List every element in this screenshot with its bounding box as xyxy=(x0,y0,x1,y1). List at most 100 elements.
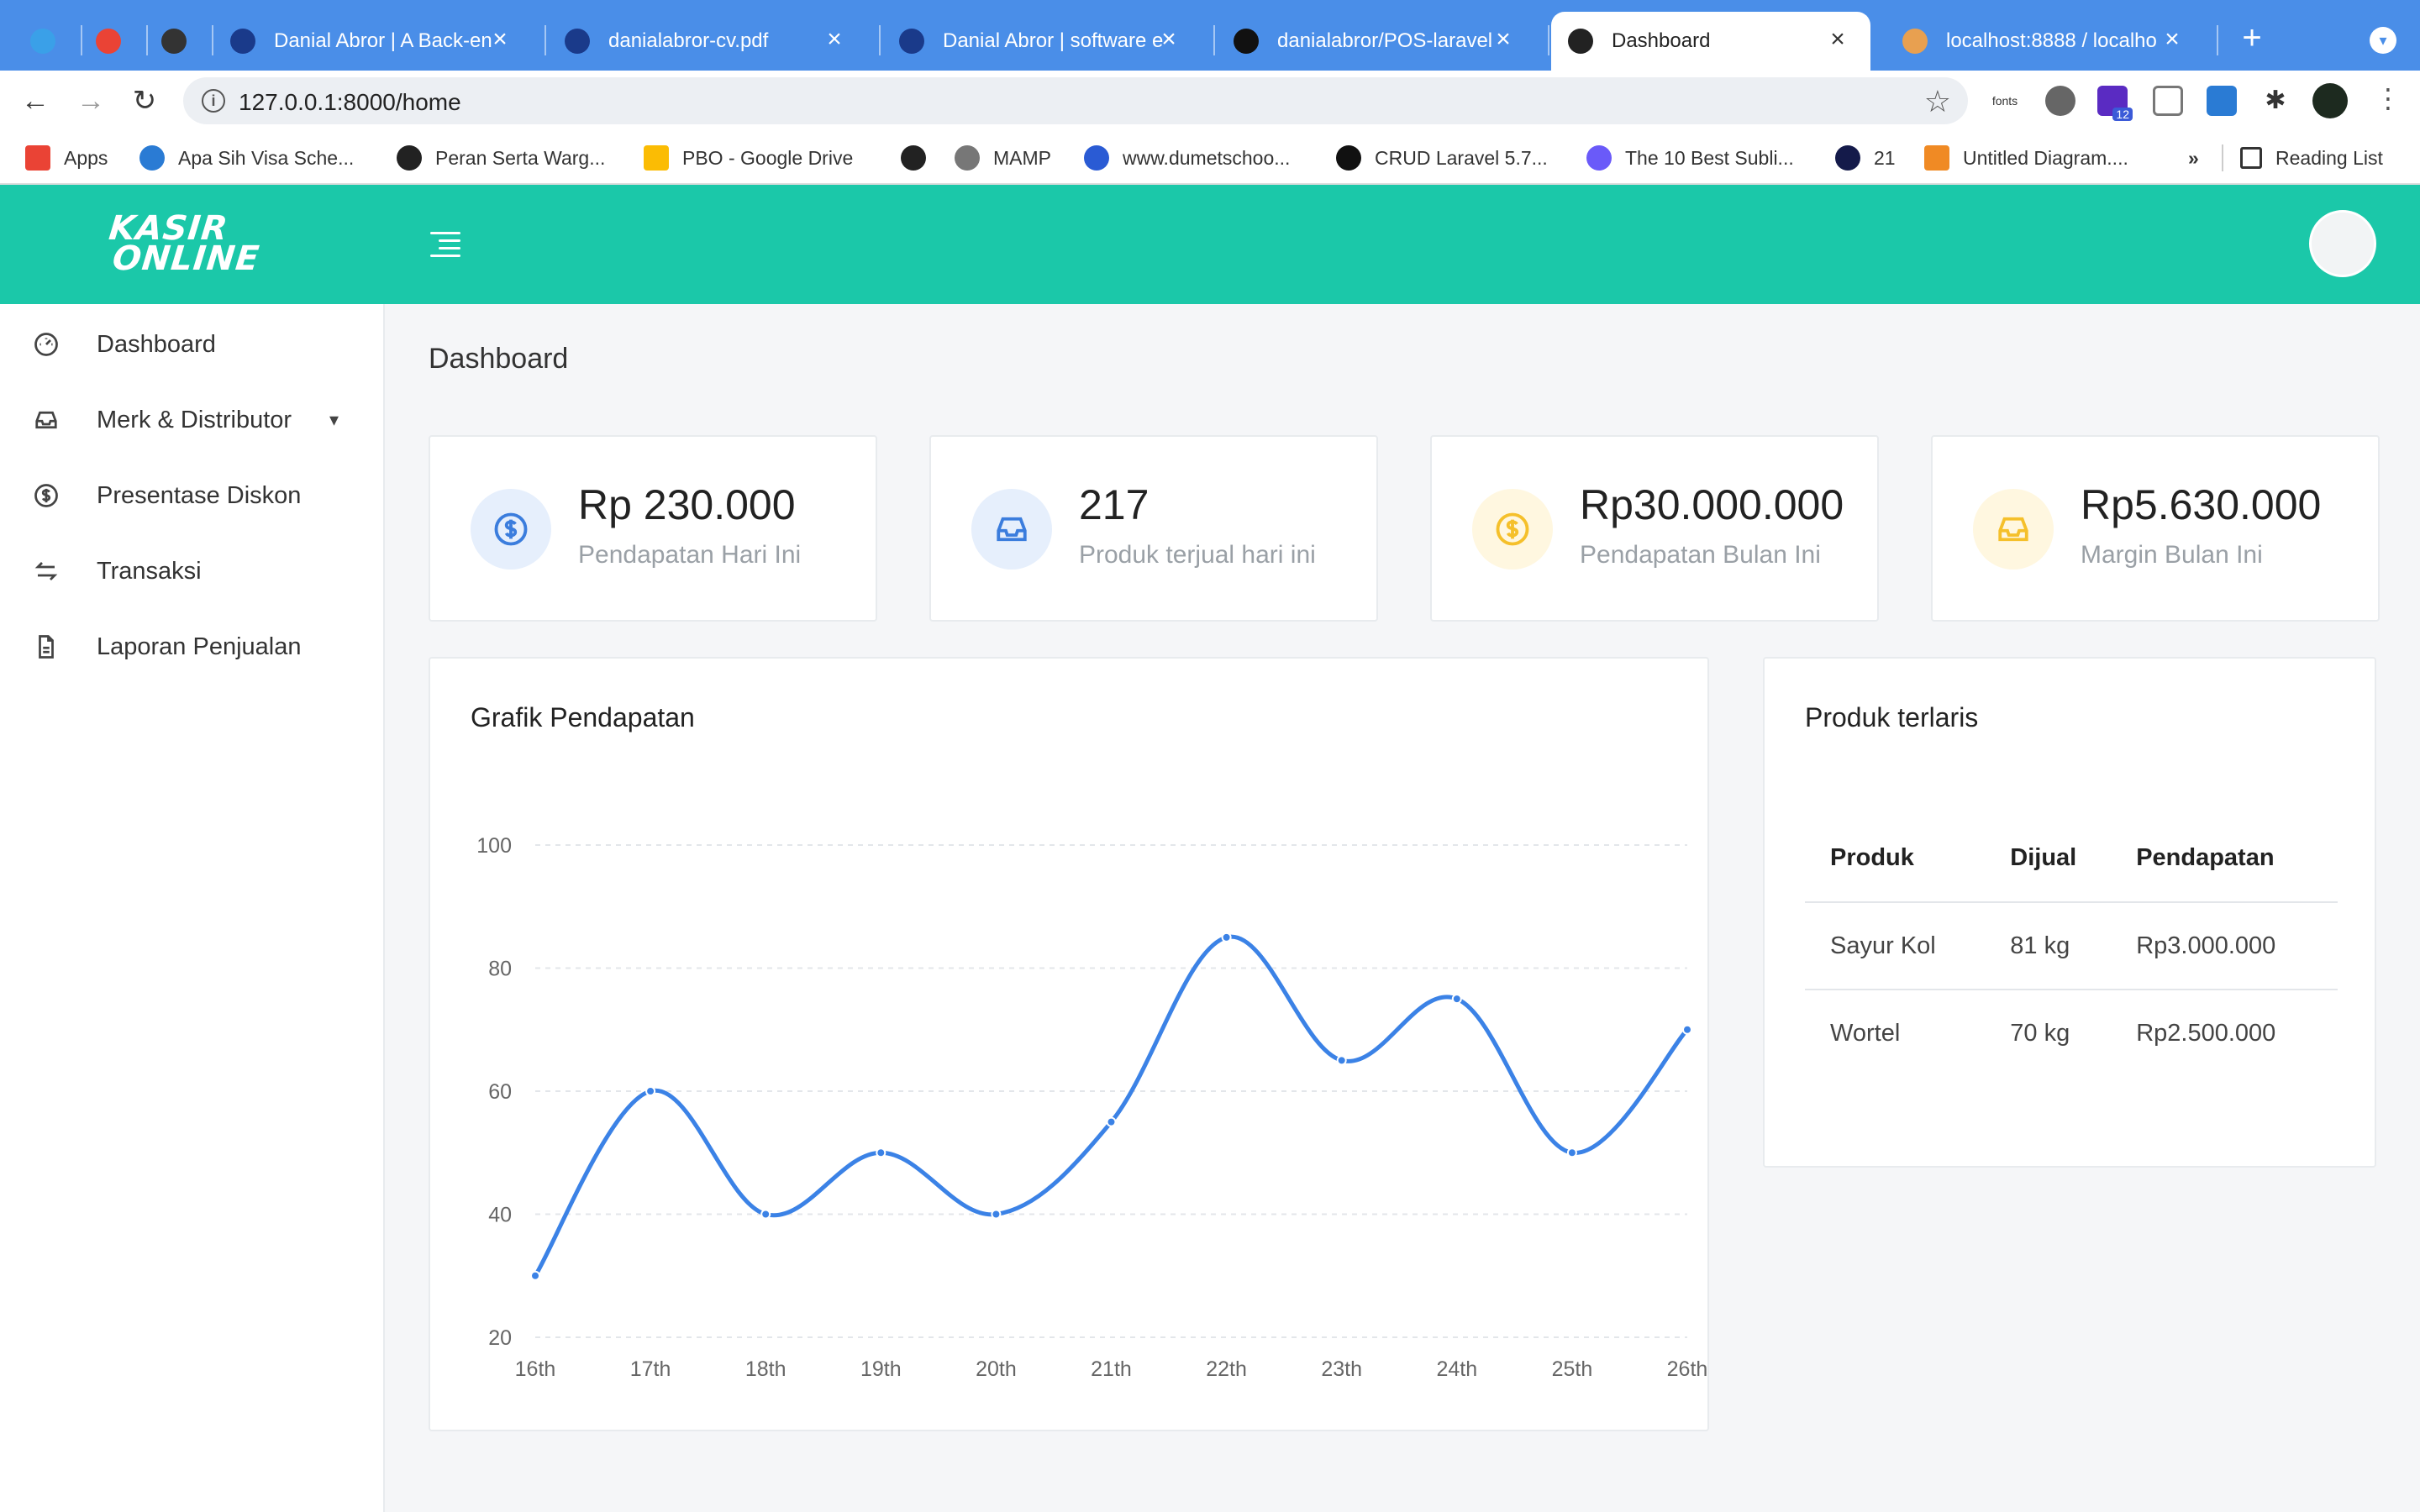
column-header: Produk xyxy=(1805,815,1986,903)
extension-icon[interactable] xyxy=(2207,86,2237,116)
tab-close-icon[interactable]: × xyxy=(1491,27,1516,52)
tab-separator xyxy=(544,25,546,55)
sidebar-item-label: Dashboard xyxy=(97,330,216,358)
data-point[interactable] xyxy=(645,1086,656,1096)
sidebar-item[interactable]: Transaksi xyxy=(0,538,385,605)
data-point[interactable] xyxy=(760,1209,771,1220)
data-point[interactable] xyxy=(991,1209,1002,1220)
bookmark-label: Untitled Diagram.... xyxy=(1963,146,2128,169)
browser-tab[interactable] xyxy=(17,12,82,71)
bookmark-item[interactable]: The 10 Best Subli... xyxy=(1586,144,1794,171)
reload-button[interactable]: ↻ xyxy=(126,82,163,119)
data-point[interactable] xyxy=(1336,1055,1347,1066)
tab-close-icon[interactable]: × xyxy=(822,27,847,52)
bookmark-item[interactable] xyxy=(901,144,939,171)
more-bookmarks-button[interactable]: » xyxy=(2188,144,2199,171)
data-point[interactable] xyxy=(876,1147,886,1158)
new-tab-button[interactable]: + xyxy=(2237,21,2267,55)
puzzle-icon[interactable]: ✱ xyxy=(2260,86,2291,116)
sidebar-item[interactable]: Presentase Diskon xyxy=(0,462,385,529)
bookmark-item[interactable]: 21 xyxy=(1835,144,1896,171)
bookmark-item[interactable]: CRUD Laravel 5.7... xyxy=(1336,144,1548,171)
data-point[interactable] xyxy=(1221,932,1232,942)
extension-icon[interactable]: 12 xyxy=(2097,86,2133,121)
sidebar-item[interactable]: Dashboard xyxy=(0,311,385,378)
tab-title: danialabror/POS-laravel xyxy=(1277,29,1493,52)
browser-menu-icon[interactable]: ⋮ xyxy=(2375,82,2402,114)
stat-value: 217 xyxy=(1079,481,1150,528)
bookmark-item[interactable]: PBO - Google Drive xyxy=(644,144,853,171)
url-text: 127.0.0.1:8000/home xyxy=(239,89,461,115)
bookmark-icon xyxy=(901,145,926,171)
tab-close-icon[interactable]: × xyxy=(2160,27,2185,52)
bookmark-item[interactable]: Apps xyxy=(25,144,108,171)
sidebar-item[interactable]: Laporan Penjualan xyxy=(0,613,385,680)
tab-search-icon[interactable]: ▾ xyxy=(2370,27,2396,54)
data-point[interactable] xyxy=(1566,1147,1577,1158)
swap-arrows-icon xyxy=(34,559,59,584)
fonts-extension-icon[interactable]: fonts xyxy=(1990,86,2020,116)
bookmark-item[interactable]: Untitled Diagram.... xyxy=(1924,144,2128,171)
table-cell: Rp2.500.000 xyxy=(2136,1020,2276,1047)
star-app-icon xyxy=(161,29,187,54)
browser-tab[interactable]: localhost:8888 / localho × xyxy=(1886,12,2218,71)
data-point[interactable] xyxy=(1106,1116,1117,1127)
profile-avatar[interactable] xyxy=(2312,83,2348,118)
site-info-icon[interactable]: i xyxy=(202,89,225,113)
browser-tab[interactable]: danialabror/POS-laravel × xyxy=(1217,12,1549,71)
browser-tab[interactable] xyxy=(82,12,148,71)
tab-close-icon[interactable]: × xyxy=(487,27,513,52)
menu-toggle-icon[interactable] xyxy=(430,232,460,257)
extension-icon[interactable] xyxy=(2045,86,2075,116)
bookmark-label: PBO - Google Drive xyxy=(682,146,854,169)
bookmark-item[interactable]: MAMP xyxy=(955,144,1051,171)
browser-tab[interactable] xyxy=(148,12,213,71)
series-line xyxy=(533,934,1689,1278)
top-products-table: Produk Dijual Pendapatan Sayur Kol 81 kg Rp3… xyxy=(1805,815,2338,1077)
logo[interactable]: KASIR ONLINE xyxy=(104,209,264,278)
telegram-icon xyxy=(30,29,55,54)
table-cell: 70 kg xyxy=(2010,1020,2070,1047)
gauge-icon xyxy=(34,332,59,357)
y-tick-label: 60 xyxy=(488,1080,512,1104)
bookmark-item[interactable]: www.dumetschoo... xyxy=(1084,144,1290,171)
top-products-title: Produk terlaris xyxy=(1805,702,1979,732)
file-icon xyxy=(34,634,59,659)
bookmark-label: Apps xyxy=(64,146,108,169)
globe-icon xyxy=(899,29,924,54)
stat-card: 217 Produk terjual hari ini xyxy=(929,435,1378,622)
browser-tab[interactable]: Danial Abror | A Back-en × xyxy=(213,12,546,71)
bookmark-label: www.dumetschoo... xyxy=(1123,146,1291,169)
browser-tab[interactable]: Danial Abror | software e × xyxy=(882,12,1215,71)
data-point[interactable] xyxy=(530,1270,540,1281)
stat-label: Margin Bulan Ini xyxy=(2081,541,2263,569)
browser-toolbar: ← → ↻ i 127.0.0.1:8000/home ☆ fonts 12 ✱… xyxy=(0,71,2420,131)
bookmark-item[interactable]: Peran Serta Warg... xyxy=(397,144,605,171)
x-tick-label: 16th xyxy=(515,1357,556,1381)
browser-tab[interactable]: Dashboard × xyxy=(1551,12,1870,71)
tab-separator xyxy=(1213,25,1215,55)
reading-list-label: Reading List xyxy=(2275,146,2383,169)
bookmark-star-icon[interactable]: ☆ xyxy=(1924,84,1951,119)
x-tick-label: 21th xyxy=(1091,1357,1132,1381)
data-point[interactable] xyxy=(1451,994,1462,1005)
tab-title: danialabror-cv.pdf xyxy=(608,29,769,52)
user-avatar[interactable] xyxy=(2309,210,2376,277)
back-button[interactable]: ← xyxy=(17,82,54,119)
sidebar-item[interactable]: Merk & Distributor ▾ xyxy=(0,386,385,454)
data-point[interactable] xyxy=(1682,1024,1692,1035)
bookmark-icon xyxy=(644,145,669,171)
bookmark-label: MAMP xyxy=(993,146,1051,169)
stat-card: Rp5.630.000 Margin Bulan Ini xyxy=(1931,435,2380,622)
chevron-down-icon[interactable]: ▾ xyxy=(329,409,339,431)
browser-tab[interactable]: danialabror-cv.pdf × xyxy=(548,12,881,71)
reading-list-button[interactable]: Reading List xyxy=(2240,144,2383,171)
forward-button[interactable]: → xyxy=(72,82,109,119)
bookmark-icon xyxy=(955,145,980,171)
stat-label: Pendapatan Hari Ini xyxy=(578,541,802,569)
address-bar[interactable]: i 127.0.0.1:8000/home ☆ xyxy=(183,77,1968,124)
bookmark-item[interactable]: Apa Sih Visa Sche... xyxy=(139,144,354,171)
tab-close-icon[interactable]: × xyxy=(1825,27,1850,52)
extension-icon[interactable] xyxy=(2153,86,2183,116)
tab-close-icon[interactable]: × xyxy=(1156,27,1181,52)
